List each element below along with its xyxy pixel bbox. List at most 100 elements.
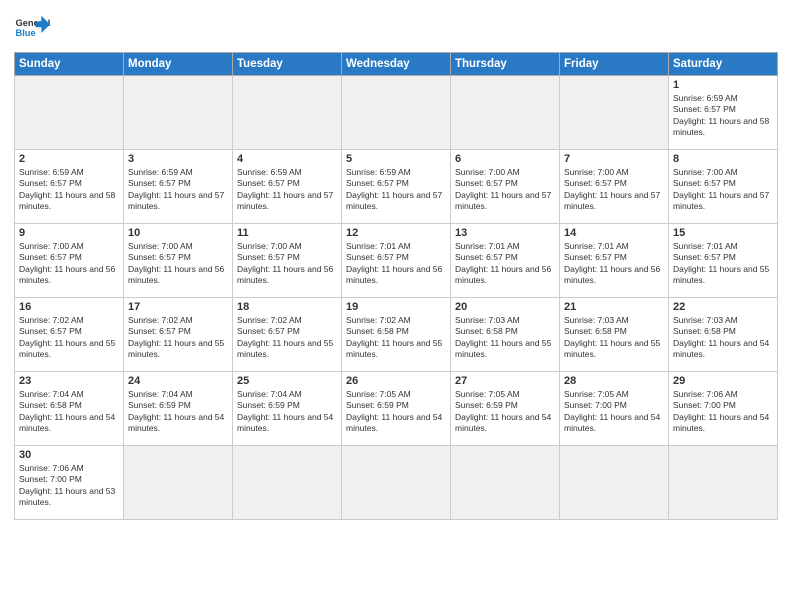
header-tuesday: Tuesday (233, 53, 342, 76)
calendar-cell (342, 446, 451, 520)
day-info: Sunrise: 7:04 AMSunset: 6:58 PMDaylight:… (19, 389, 119, 435)
day-number: 3 (128, 153, 228, 165)
calendar-cell: 4Sunrise: 6:59 AMSunset: 6:57 PMDaylight… (233, 150, 342, 224)
calendar-cell: 20 Sunrise: 7:03 AMSunset: 6:58 PMDayligh… (451, 298, 560, 372)
day-number: 18 (237, 301, 337, 313)
calendar-cell (560, 76, 669, 150)
calendar-cell: 25 Sunrise: 7:04 AMSunset: 6:59 PMDayligh… (233, 372, 342, 446)
day-number: 19 (346, 301, 446, 313)
day-number: 1 (673, 79, 773, 91)
day-info: Sunrise: 7:03 AMSunset: 6:58 PMDaylight:… (673, 315, 773, 361)
calendar-cell: 12Sunrise: 7:01 AMSunset: 6:57 PMDayligh… (342, 224, 451, 298)
calendar-cell (342, 76, 451, 150)
logo-icon: General Blue (14, 10, 50, 46)
day-info: Sunrise: 7:00 AMSunset: 6:57 PMDaylight:… (19, 241, 119, 287)
day-info: Sunrise: 7:02 AMSunset: 6:57 PMDaylight:… (128, 315, 228, 361)
day-info: Sunrise: 7:06 AMSunset: 7:00 PMDaylight:… (673, 389, 773, 435)
calendar-cell: 16 Sunrise: 7:02 AMSunset: 6:57 PMDayligh… (15, 298, 124, 372)
calendar-cell: 22 Sunrise: 7:03 AMSunset: 6:58 PMDayligh… (669, 298, 778, 372)
calendar-cell: 15Sunrise: 7:01 AMSunset: 6:57 PMDayligh… (669, 224, 778, 298)
day-number: 21 (564, 301, 664, 313)
day-number: 6 (455, 153, 555, 165)
calendar-cell: 24 Sunrise: 7:04 AMSunset: 6:59 PMDayligh… (124, 372, 233, 446)
day-number: 10 (128, 227, 228, 239)
day-info: Sunrise: 7:03 AMSunset: 6:58 PMDaylight:… (564, 315, 664, 361)
calendar-cell: 23 Sunrise: 7:04 AMSunset: 6:58 PMDayligh… (15, 372, 124, 446)
day-info: Sunrise: 6:59 AMSunset: 6:57 PMDaylight:… (673, 93, 773, 139)
day-info: Sunrise: 7:04 AMSunset: 6:59 PMDaylight:… (128, 389, 228, 435)
day-info: Sunrise: 6:59 AMSunset: 6:57 PMDaylight:… (346, 167, 446, 213)
day-info: Sunrise: 7:02 AMSunset: 6:57 PMDaylight:… (19, 315, 119, 361)
day-number: 2 (19, 153, 119, 165)
calendar-cell: 28Sunrise: 7:05 AMSunset: 7:00 PMDayligh… (560, 372, 669, 446)
day-number: 17 (128, 301, 228, 313)
day-info: Sunrise: 7:03 AMSunset: 6:58 PMDaylight:… (455, 315, 555, 361)
calendar-cell: 13Sunrise: 7:01 AMSunset: 6:57 PMDayligh… (451, 224, 560, 298)
header-saturday: Saturday (669, 53, 778, 76)
day-number: 9 (19, 227, 119, 239)
calendar-cell (124, 446, 233, 520)
calendar-table: Sunday Monday Tuesday Wednesday Thursday… (14, 52, 778, 520)
day-number: 8 (673, 153, 773, 165)
header-wednesday: Wednesday (342, 53, 451, 76)
day-info: Sunrise: 7:05 AMSunset: 6:59 PMDaylight:… (455, 389, 555, 435)
day-info: Sunrise: 7:04 AMSunset: 6:59 PMDaylight:… (237, 389, 337, 435)
day-number: 28 (564, 375, 664, 387)
day-number: 7 (564, 153, 664, 165)
day-number: 20 (455, 301, 555, 313)
day-info: Sunrise: 7:00 AMSunset: 6:57 PMDaylight:… (237, 241, 337, 287)
day-info: Sunrise: 7:00 AMSunset: 6:57 PMDaylight:… (128, 241, 228, 287)
calendar-cell: 29 Sunrise: 7:06 AMSunset: 7:00 PMDayligh… (669, 372, 778, 446)
calendar-cell: 3Sunrise: 6:59 AMSunset: 6:57 PMDaylight… (124, 150, 233, 224)
day-info: Sunrise: 6:59 AMSunset: 6:57 PMDaylight:… (237, 167, 337, 213)
calendar-cell: 26 Sunrise: 7:05 AMSunset: 6:59 PMDayligh… (342, 372, 451, 446)
calendar-cell (451, 446, 560, 520)
weekday-header-row: Sunday Monday Tuesday Wednesday Thursday… (15, 53, 778, 76)
day-number: 29 (673, 375, 773, 387)
day-info: Sunrise: 7:05 AMSunset: 6:59 PMDaylight:… (346, 389, 446, 435)
day-info: Sunrise: 7:01 AMSunset: 6:57 PMDaylight:… (346, 241, 446, 287)
calendar-cell: 21 Sunrise: 7:03 AMSunset: 6:58 PMDayligh… (560, 298, 669, 372)
logo: General Blue (14, 10, 50, 46)
calendar-cell (233, 76, 342, 150)
calendar-cell: 1 Sunrise: 6:59 AMSunset: 6:57 PMDaylight… (669, 76, 778, 150)
calendar-cell: 2 Sunrise: 6:59 AMSunset: 6:57 PMDaylight… (15, 150, 124, 224)
day-info: Sunrise: 7:00 AMSunset: 6:57 PMDaylight:… (673, 167, 773, 213)
calendar-cell: 30 Sunrise: 7:06 AMSunset: 7:00 PMDayligh… (15, 446, 124, 520)
page: General Blue Sunday Monday Tuesday Wedne… (0, 0, 792, 612)
calendar-cell: 14Sunrise: 7:01 AMSunset: 6:57 PMDayligh… (560, 224, 669, 298)
day-info: Sunrise: 7:01 AMSunset: 6:57 PMDaylight:… (673, 241, 773, 287)
header-sunday: Sunday (15, 53, 124, 76)
day-number: 5 (346, 153, 446, 165)
calendar-cell: 11Sunrise: 7:00 AMSunset: 6:57 PMDayligh… (233, 224, 342, 298)
calendar-cell (451, 76, 560, 150)
day-info: Sunrise: 7:00 AMSunset: 6:57 PMDaylight:… (455, 167, 555, 213)
day-number: 22 (673, 301, 773, 313)
day-number: 24 (128, 375, 228, 387)
calendar-cell: 19 Sunrise: 7:02 AMSunset: 6:58 PMDayligh… (342, 298, 451, 372)
day-info: Sunrise: 7:06 AMSunset: 7:00 PMDaylight:… (19, 463, 119, 509)
day-number: 25 (237, 375, 337, 387)
calendar-cell: 9 Sunrise: 7:00 AMSunset: 6:57 PMDaylight… (15, 224, 124, 298)
day-number: 30 (19, 449, 119, 461)
day-info: Sunrise: 7:01 AMSunset: 6:57 PMDaylight:… (455, 241, 555, 287)
calendar-cell: 27Sunrise: 7:05 AMSunset: 6:59 PMDayligh… (451, 372, 560, 446)
calendar-cell (560, 446, 669, 520)
header: General Blue (14, 10, 778, 46)
calendar-cell: 7 Sunrise: 7:00 AMSunset: 6:57 PMDaylight… (560, 150, 669, 224)
calendar-cell: 17 Sunrise: 7:02 AMSunset: 6:57 PMDayligh… (124, 298, 233, 372)
day-number: 16 (19, 301, 119, 313)
header-monday: Monday (124, 53, 233, 76)
day-info: Sunrise: 7:01 AMSunset: 6:57 PMDaylight:… (564, 241, 664, 287)
calendar-cell: 8 Sunrise: 7:00 AMSunset: 6:57 PMDaylight… (669, 150, 778, 224)
calendar-cell: 6 Sunrise: 7:00 AMSunset: 6:57 PMDaylight… (451, 150, 560, 224)
day-number: 23 (19, 375, 119, 387)
day-info: Sunrise: 7:00 AMSunset: 6:57 PMDaylight:… (564, 167, 664, 213)
day-number: 26 (346, 375, 446, 387)
day-info: Sunrise: 7:02 AMSunset: 6:58 PMDaylight:… (346, 315, 446, 361)
day-info: Sunrise: 6:59 AMSunset: 6:57 PMDaylight:… (19, 167, 119, 213)
calendar-cell (124, 76, 233, 150)
calendar-cell (233, 446, 342, 520)
calendar-cell (15, 76, 124, 150)
calendar-cell: 18Sunrise: 7:02 AMSunset: 6:57 PMDayligh… (233, 298, 342, 372)
